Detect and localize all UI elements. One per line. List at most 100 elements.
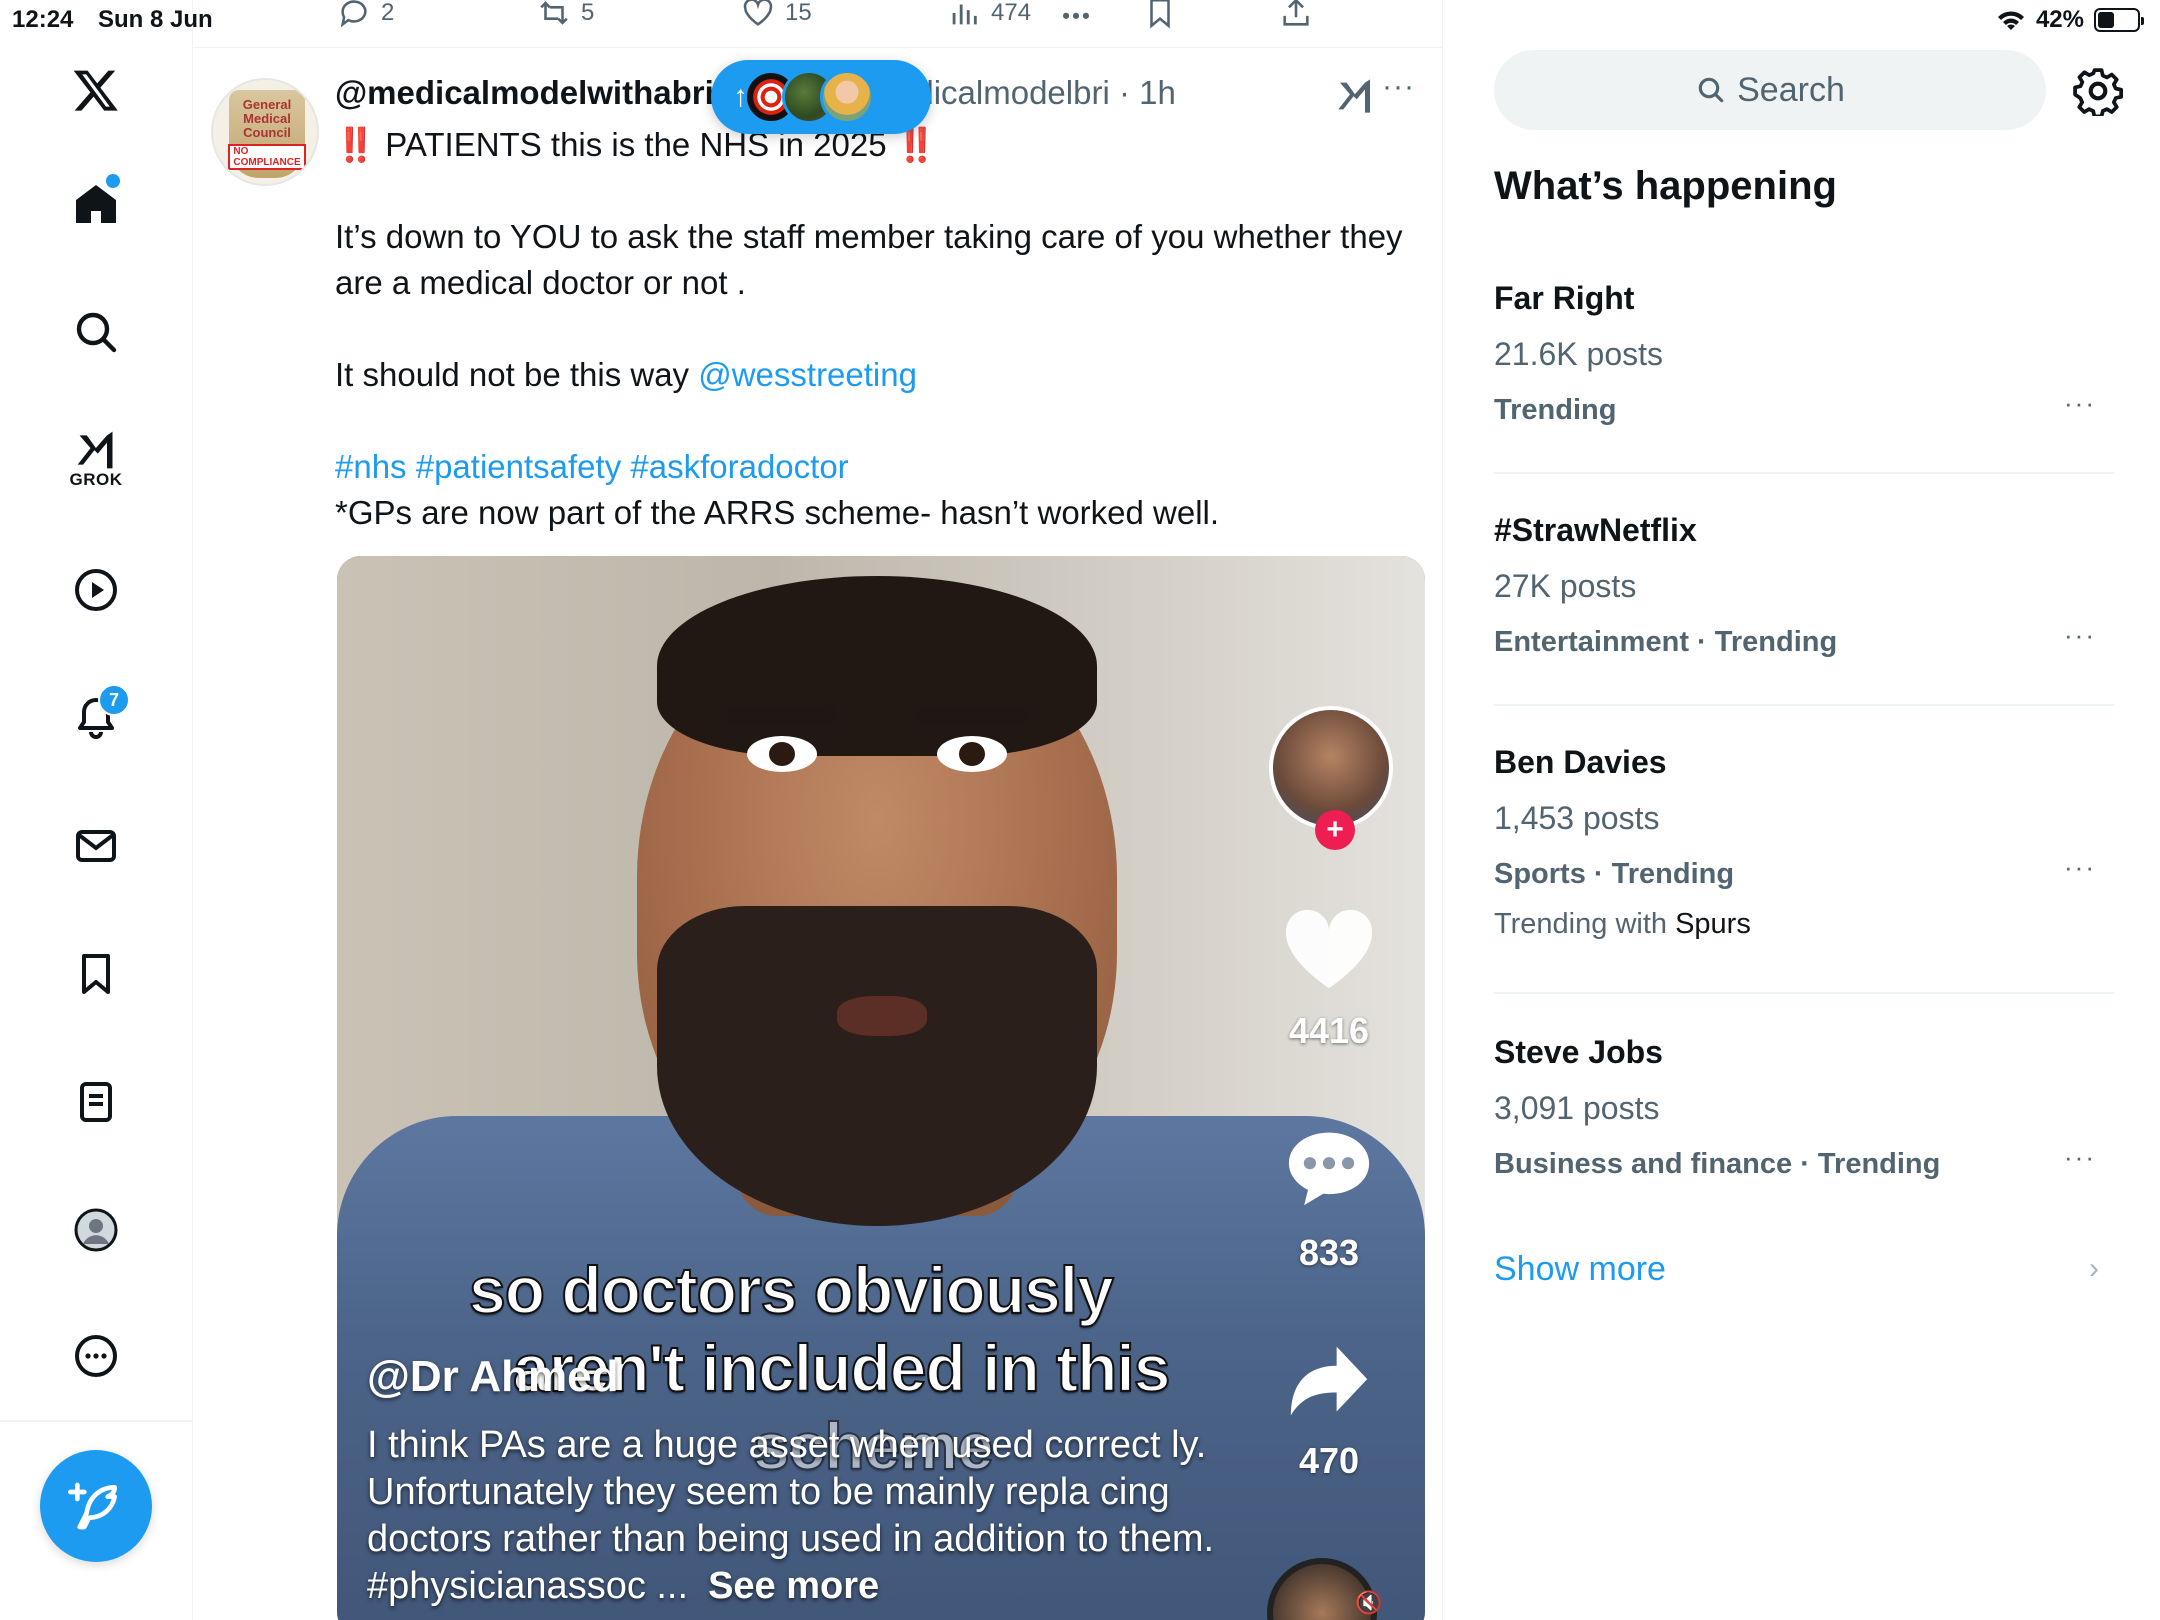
avatar-text-2: Medical [243, 111, 291, 126]
nav-home[interactable] [56, 164, 136, 244]
trend-more-button[interactable]: ··· [2064, 1142, 2096, 1173]
search-placeholder: Search [1737, 70, 1845, 109]
tiktok-like-count: 4416 [1288, 1010, 1370, 1051]
battery-percent: 42% [2035, 6, 2084, 33]
video-brow [917, 706, 1027, 726]
trend-count: 27K posts [1494, 568, 1637, 604]
avatar-text-1: General [242, 97, 292, 112]
trend-count: 3,091 posts [1494, 1090, 1660, 1126]
author-avatar[interactable]: General Medical Council NO COMPLIANCE [211, 78, 319, 186]
video-author[interactable]: @Dr Ahmed [367, 1352, 619, 1402]
nav-profile[interactable] [56, 1190, 136, 1270]
post-line-4: *GPs are now part of the ARRS scheme- ha… [335, 494, 1220, 531]
video-description: I think PAs are a huge asset when used c… [367, 1422, 1247, 1610]
trend-item[interactable]: Far Right 21.6K posts Trending ··· [1494, 278, 2114, 430]
post-line-3-text: It should not be this way [335, 356, 690, 393]
mention-link[interactable]: @wesstreeting [698, 356, 917, 393]
trend-category: Business and finance · Trending [1494, 1148, 1941, 1180]
mail-icon [76, 830, 116, 862]
see-more-link[interactable]: See more [708, 1565, 879, 1607]
compose-feather-icon [68, 1482, 117, 1530]
tiktok-comment-count: 833 [1298, 1232, 1360, 1273]
trend-with: Trending with Spurs [1494, 904, 2114, 944]
trend-item[interactable]: Ben Davies 1,453 posts Sports · Trending… [1494, 742, 2114, 944]
trend-divider [1494, 472, 2114, 474]
video-eye [747, 736, 817, 772]
grok-explain-icon[interactable] [1335, 76, 1375, 116]
avatar-badge-image: General Medical Council NO COMPLIANCE [228, 90, 306, 178]
more-icon [75, 1335, 117, 1377]
grok-label: GROK [69, 470, 123, 489]
nav-more[interactable] [56, 1316, 136, 1396]
wifi-icon [1997, 11, 2024, 30]
post-more-button[interactable]: ··· [1382, 70, 1415, 104]
trend-more-button[interactable]: ··· [2064, 388, 2096, 419]
author-name[interactable]: @medicalmodelwithabri [335, 74, 715, 112]
search-icon [76, 312, 117, 353]
settings-gear-icon[interactable] [2073, 66, 2123, 116]
author-handle[interactable]: edicalmodelbri · 1h [897, 74, 1176, 112]
chevron-right-icon: › [2089, 1252, 2099, 1285]
trend-name: Far Right [1494, 280, 1635, 316]
hashtags[interactable]: #nhs #patientsafety #askforadoctor [335, 444, 1425, 490]
compose-post-button[interactable] [40, 1450, 152, 1562]
trend-divider [1494, 992, 2114, 994]
trend-item[interactable]: #StrawNetflix 27K posts Entertainment · … [1494, 510, 2114, 662]
battery-level [2098, 12, 2114, 28]
mute-icon[interactable]: 🔇 [1355, 1590, 1382, 1616]
tiktok-share-icon[interactable] [1279, 1336, 1379, 1426]
search-input[interactable]: Search [1494, 50, 2046, 130]
nav-explore[interactable] [56, 292, 136, 372]
trend-item[interactable]: Steve Jobs 3,091 posts Business and fina… [1494, 1032, 2114, 1184]
search-icon [1698, 77, 1724, 103]
notifications-badge: 7 [98, 684, 130, 716]
video-beard [657, 906, 1097, 1226]
right-sidebar: Search What’s happening Far Right 21.6K … [1443, 0, 2160, 1620]
nav-divider [0, 1420, 193, 1422]
new-posts-pill[interactable]: ↑ [711, 60, 931, 134]
battery-icon [2094, 8, 2144, 32]
video-caption-line-1: so doctors obviously [468, 1252, 1115, 1328]
x-logo-icon[interactable] [56, 50, 136, 130]
trend-category: Entertainment · Trending [1494, 626, 1838, 658]
new-post-avatar [820, 70, 874, 124]
post-line-2: It’s down to YOU to ask the staff member… [335, 218, 1403, 301]
bookmark-icon [82, 954, 110, 994]
nav-messages[interactable] [56, 806, 136, 886]
tiktok-follow-plus-icon[interactable]: + [1315, 810, 1355, 850]
profile-icon [74, 1208, 118, 1252]
tiktok-comment-icon[interactable] [1279, 1122, 1379, 1212]
show-more-link[interactable]: Show more [1494, 1250, 1666, 1289]
trend-category: Sports · Trending [1494, 858, 1735, 890]
nav-video[interactable] [56, 550, 136, 630]
nav-notifications[interactable]: 7 [56, 678, 136, 758]
tiktok-heart-icon[interactable] [1279, 904, 1379, 994]
tiktok-share-count: 470 [1298, 1440, 1360, 1481]
grok-icon [77, 431, 113, 469]
home-unread-dot [106, 174, 120, 188]
video-brow [727, 706, 837, 726]
trend-count: 21.6K posts [1494, 336, 1663, 372]
trend-more-button[interactable]: ··· [2064, 620, 2096, 651]
video-eye [937, 736, 1007, 772]
exclamation-emoji: ‼️ [335, 126, 377, 163]
trend-name: Steve Jobs [1494, 1034, 1663, 1070]
avatar-banner: NO COMPLIANCE [228, 144, 306, 170]
trend-name: #StrawNetflix [1494, 512, 1697, 548]
whats-happening-heading: What’s happening [1494, 164, 1837, 208]
nav-lists[interactable] [56, 1062, 136, 1142]
list-icon [80, 1082, 112, 1122]
post-line-3: It should not be this way @wesstreeting [335, 352, 1425, 398]
trend-count: 1,453 posts [1494, 800, 1660, 836]
status-date: Sun 8 Jun [98, 6, 213, 33]
status-time: 12:24 [12, 6, 74, 33]
video-hair [657, 576, 1097, 756]
post-video[interactable]: + 4416 833 470 🔇 so doctors obviously ar… [337, 556, 1425, 1620]
status-indicators: 42% [1996, 6, 2144, 34]
nav-bookmarks[interactable] [56, 934, 136, 1014]
trend-more-button[interactable]: ··· [2064, 852, 2096, 883]
trend-with-name: Spurs [1675, 908, 1751, 940]
nav-grok[interactable]: GROK [56, 418, 136, 498]
left-nav: GROK 7 [0, 0, 193, 1620]
status-bar: 12:24 Sun 8 Jun 42% [0, 0, 2160, 38]
